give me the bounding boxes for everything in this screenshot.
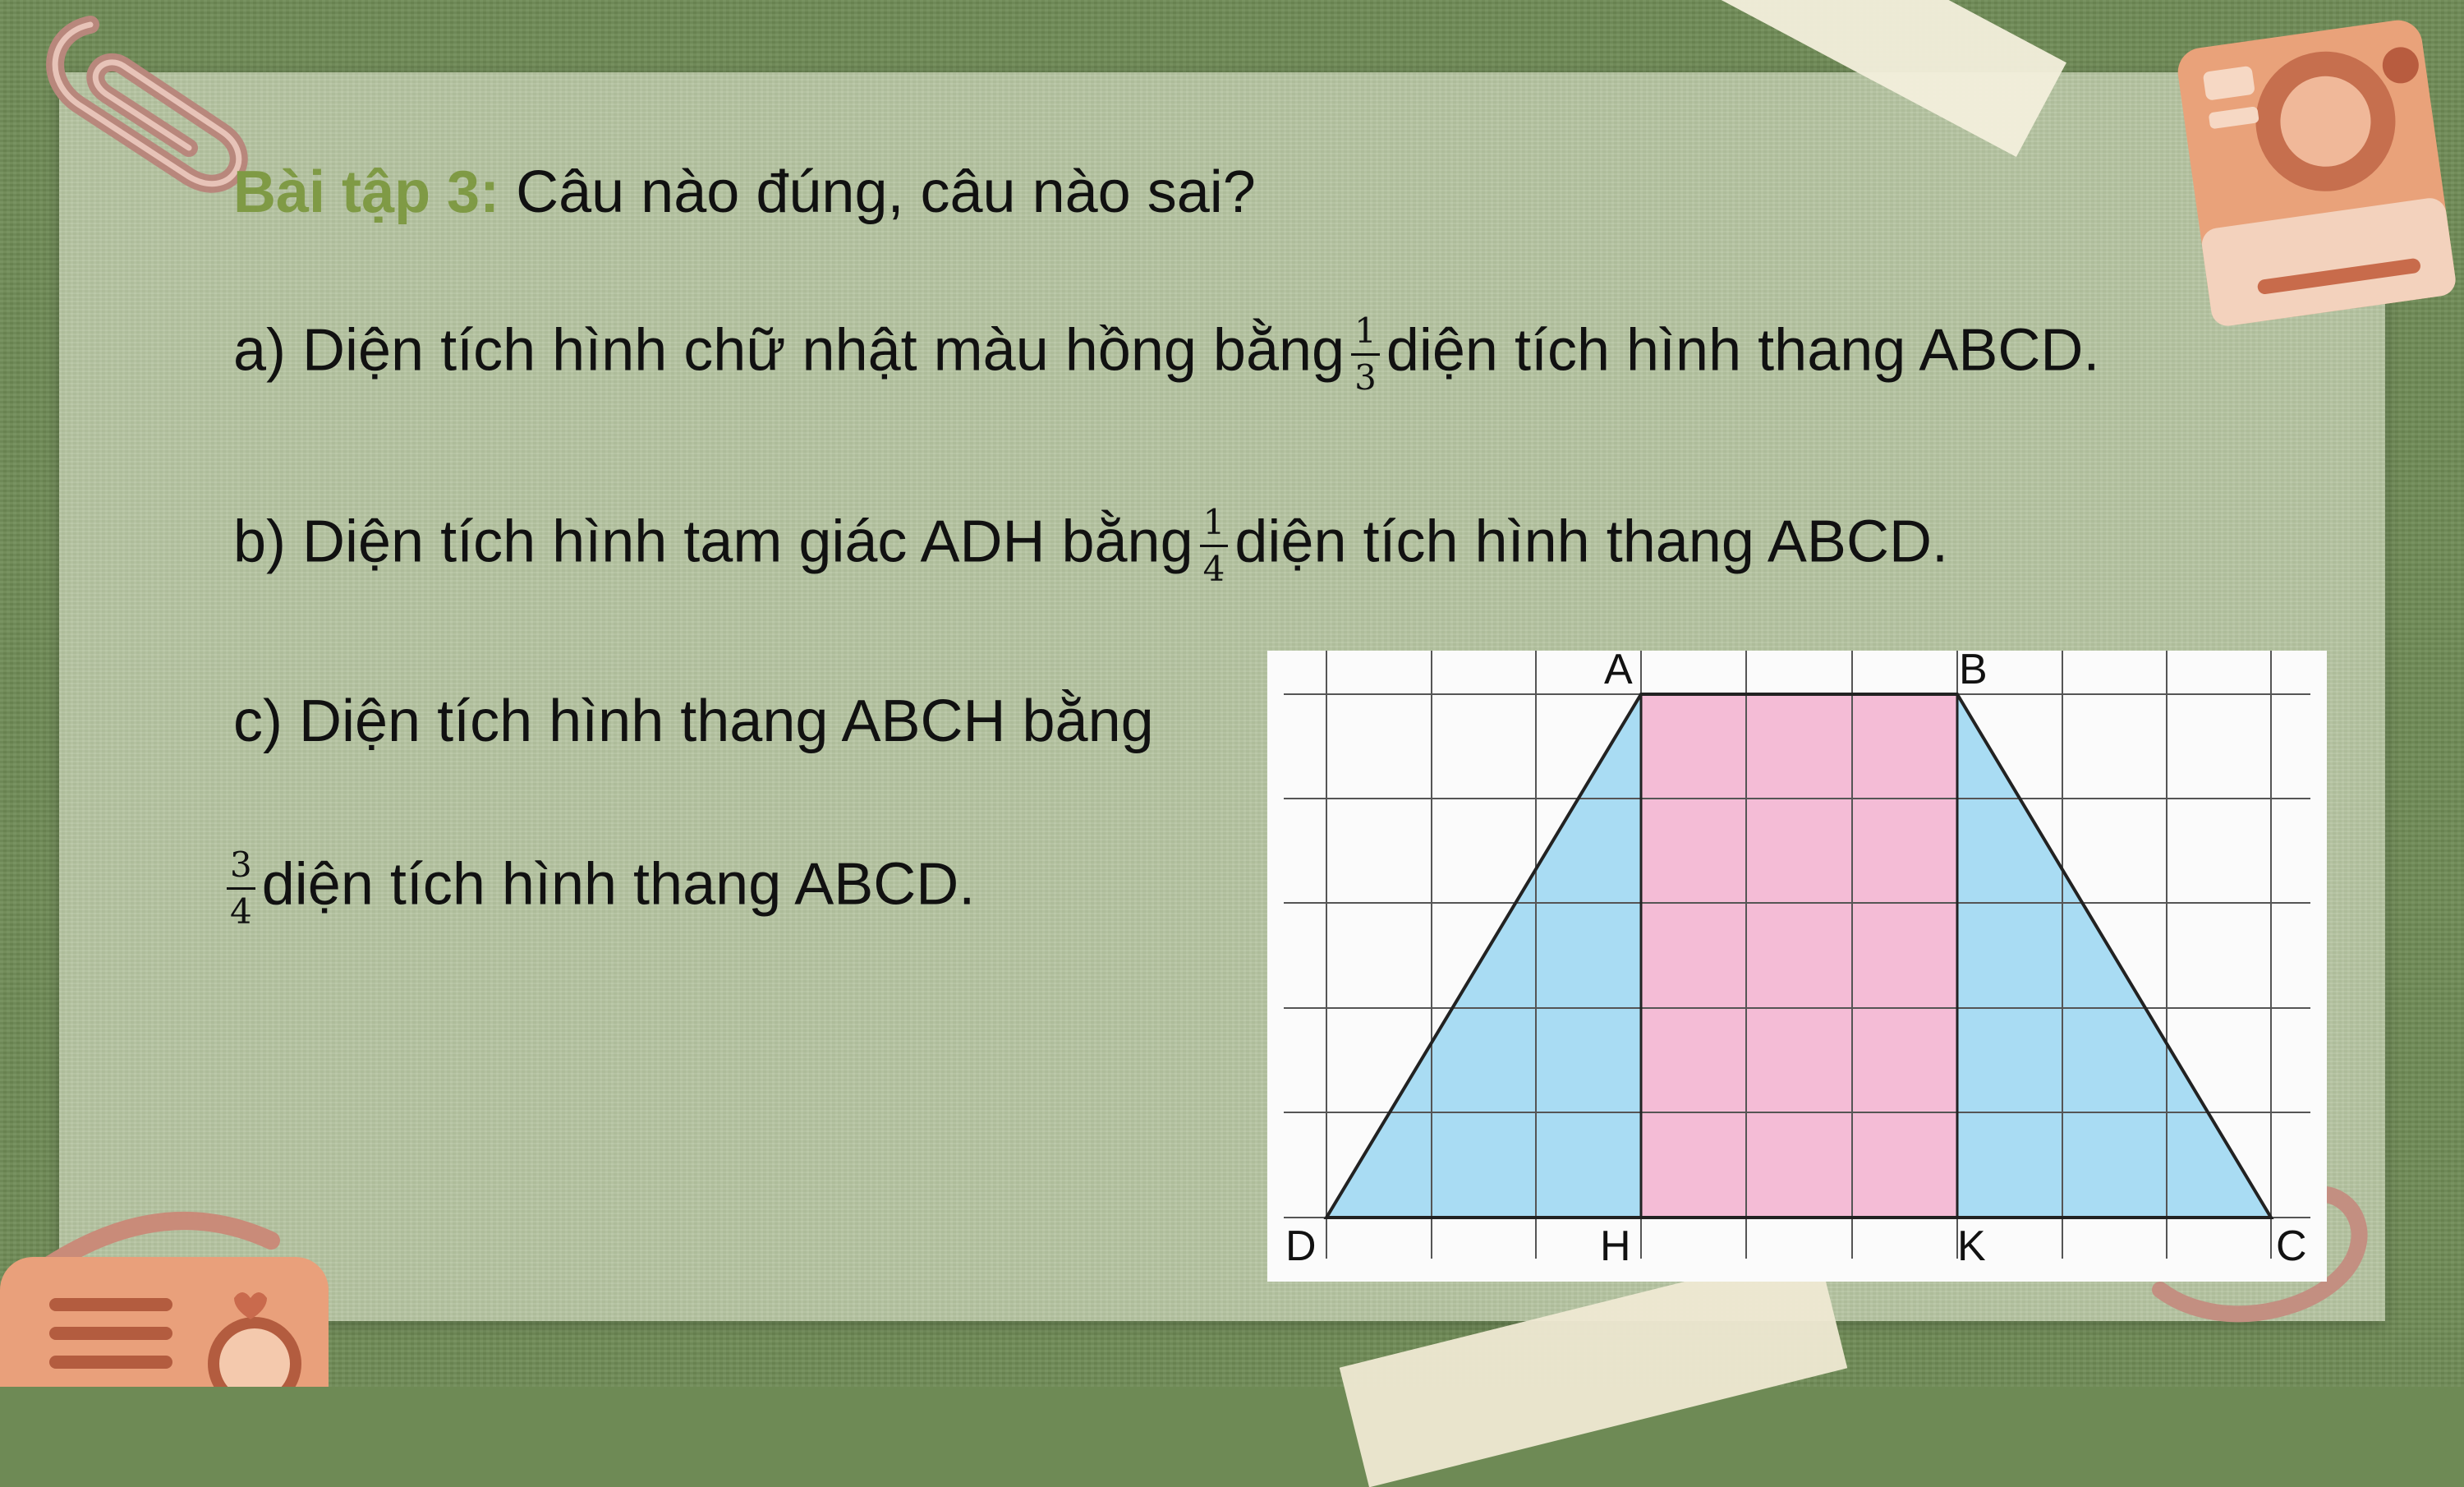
point-label-k: K [1957,1222,1986,1270]
point-label-h: H [1600,1222,1631,1270]
radio-icon [0,1212,329,1387]
trapezoid-figure: A B D H K C [1267,651,2327,1282]
point-label-a: A [1604,651,1633,693]
fraction-denominator: 4 [230,891,252,932]
pink-rectangle-abkh [1641,694,1957,1218]
statement-c-text: c) Diện tích hình thang ABCH bằng [233,688,1154,754]
point-label-b: B [1959,651,1988,693]
fraction-one-third: 13 [1351,314,1380,395]
exercise-title: Bài tập 3: Câu nào đúng, câu nào sai? [233,163,1256,222]
statement-a-tail: diện tích hình thang ABCD. [1386,317,2100,384]
fraction-numerator: 1 [1351,314,1380,356]
statement-b: b) Diện tích hình tam giác ADH bằng 1 4 diệ… [233,505,1948,587]
exercise-title-question: Câu nào đúng, câu nào sai? [516,159,1256,225]
camera-icon [2177,20,2456,326]
statement-b-tail: diện tích hình thang ABCD. [1234,509,1948,575]
fraction-denominator: 4 [1202,549,1225,589]
fraction-numerator: 3 [227,848,255,890]
statement-c-line-1: c) Diện tích hình thang ABCH bằng [233,692,1154,751]
statement-c-line-2: 3 4 diện tích hình thang ABCD. [227,848,975,929]
trapezoid-diagram: A B D H K C [1284,651,2310,1270]
point-label-c: C [2276,1222,2307,1270]
statement-b-text: b) Diện tích hình tam giác ADH bằng [233,509,1193,575]
point-label-d: D [1285,1222,1317,1270]
fraction-three-quarters: 34 [227,848,255,929]
statement-a: a) Diện tích hình chữ nhật màu hồng bằng… [233,314,2099,395]
fraction-denominator: 3 [1354,357,1377,398]
statement-c-tail: diện tích hình thang ABCD. [261,851,976,918]
paperclip-icon [46,16,248,193]
fraction-one-quarter: 14 [1199,505,1229,589]
exercise-title-lead: Bài tập 3: [233,159,500,225]
fraction-numerator: 1 [1199,505,1229,547]
statement-a-text: a) Diện tích hình chữ nhật màu hồng bằng [233,317,1345,384]
